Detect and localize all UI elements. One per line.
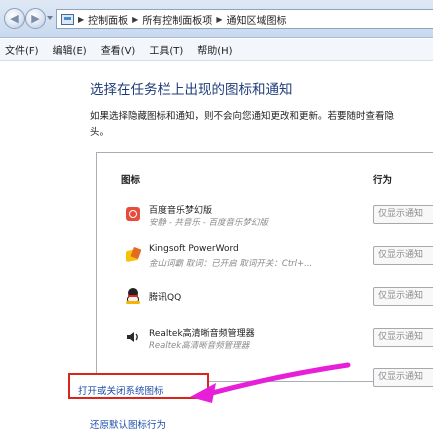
back-arrow-icon: ◀	[10, 12, 19, 25]
menu-help[interactable]: 帮助(H)	[197, 42, 232, 57]
list-item: 百度音乐梦幻版 安静 - 共音乐 - 百度音乐梦幻版 仅显示通知	[97, 197, 433, 231]
breadcrumb-separator-icon[interactable]: ▶	[132, 15, 138, 24]
behavior-dropdown[interactable]: 仅显示通知	[373, 368, 433, 387]
list-item: 腾讯QQ 仅显示通知	[97, 279, 433, 313]
list-item: Realtek高清晰音频管理器 Realtek高清晰音频管理器 仅显示通知	[97, 320, 433, 354]
description-line-1: 如果选择隐藏图标和通知，则不会向您通知更改和更新。若要随时查看隐	[90, 111, 395, 122]
kingsoft-powerword-icon	[125, 247, 141, 263]
restore-default-behavior-link[interactable]: 还原默认图标行为	[90, 417, 166, 431]
breadcrumb-item-control-panel[interactable]: 控制面板	[88, 12, 128, 27]
breadcrumb[interactable]: ▶ 控制面板 ▶ 所有控制面板项 ▶ 通知区域图标	[56, 9, 433, 29]
annotation-arrow-icon	[190, 362, 351, 403]
back-button[interactable]: ◀	[4, 8, 25, 29]
breadcrumb-item-all-items[interactable]: 所有控制面板项	[142, 12, 212, 27]
qq-penguin-icon	[125, 288, 141, 304]
app-name: 腾讯QQ	[149, 293, 182, 303]
menu-edit[interactable]: 编辑(E)	[53, 42, 87, 57]
behavior-dropdown[interactable]: 仅显示通知	[373, 205, 433, 224]
app-name: 百度音乐梦幻版	[149, 206, 213, 216]
app-name: Realtek高清晰音频管理器	[149, 329, 255, 339]
menu-tools[interactable]: 工具(T)	[149, 42, 183, 57]
behavior-dropdown[interactable]: 仅显示通知	[373, 328, 433, 347]
list-item: Kingsoft PowerWord 金山词霸 取词：已开启 取词开关：Ctrl…	[97, 238, 433, 272]
column-header-icon: 图标	[121, 175, 141, 186]
forward-arrow-icon: ▶	[31, 12, 40, 25]
description-line-2: 头。	[90, 127, 110, 138]
content-area: 选择在任务栏上出现的图标和通知 如果选择隐藏图标和通知，则不会向您通知更改和更新…	[0, 62, 433, 433]
breadcrumb-item-notification-icons[interactable]: 通知区域图标	[226, 12, 286, 27]
behavior-dropdown[interactable]: 仅显示通知	[373, 287, 433, 306]
notification-icons-list: 图标 行为 百度音乐梦幻版 安静 - 共音乐 - 百度音乐梦幻版 仅显示通知 K…	[96, 152, 433, 387]
app-tooltip: Realtek高清晰音频管理器	[149, 341, 250, 351]
toggle-system-icons-link[interactable]: 打开或关闭系统图标	[78, 383, 164, 397]
history-dropdown-icon[interactable]	[47, 16, 53, 20]
page-title: 选择在任务栏上出现的图标和通知	[90, 82, 293, 98]
page-description: 如果选择隐藏图标和通知，则不会向您通知更改和更新。若要随时查看隐 头。	[90, 109, 433, 141]
breadcrumb-separator-icon[interactable]: ▶	[78, 15, 84, 24]
menu-file[interactable]: 文件(F)	[5, 42, 39, 57]
app-name: Kingsoft PowerWord	[149, 244, 239, 254]
baidu-music-icon	[125, 206, 141, 222]
forward-button[interactable]: ▶	[25, 8, 46, 29]
behavior-dropdown[interactable]: 仅显示通知	[373, 246, 433, 265]
column-header-behavior: 行为	[373, 175, 393, 186]
breadcrumb-separator-icon[interactable]: ▶	[216, 15, 222, 24]
control-panel-icon	[61, 13, 74, 25]
app-tooltip: 金山词霸 取词：已开启 取词开关：Ctrl+...	[149, 259, 313, 269]
address-bar: ◀ ▶ ▶ 控制面板 ▶ 所有控制面板项 ▶ 通知区域图标	[0, 0, 433, 38]
menu-view[interactable]: 查看(V)	[101, 42, 136, 57]
realtek-speaker-icon	[125, 329, 141, 345]
menu-bar: 文件(F) 编辑(E) 查看(V) 工具(T) 帮助(H)	[0, 39, 433, 61]
app-tooltip: 安静 - 共音乐 - 百度音乐梦幻版	[149, 218, 268, 228]
